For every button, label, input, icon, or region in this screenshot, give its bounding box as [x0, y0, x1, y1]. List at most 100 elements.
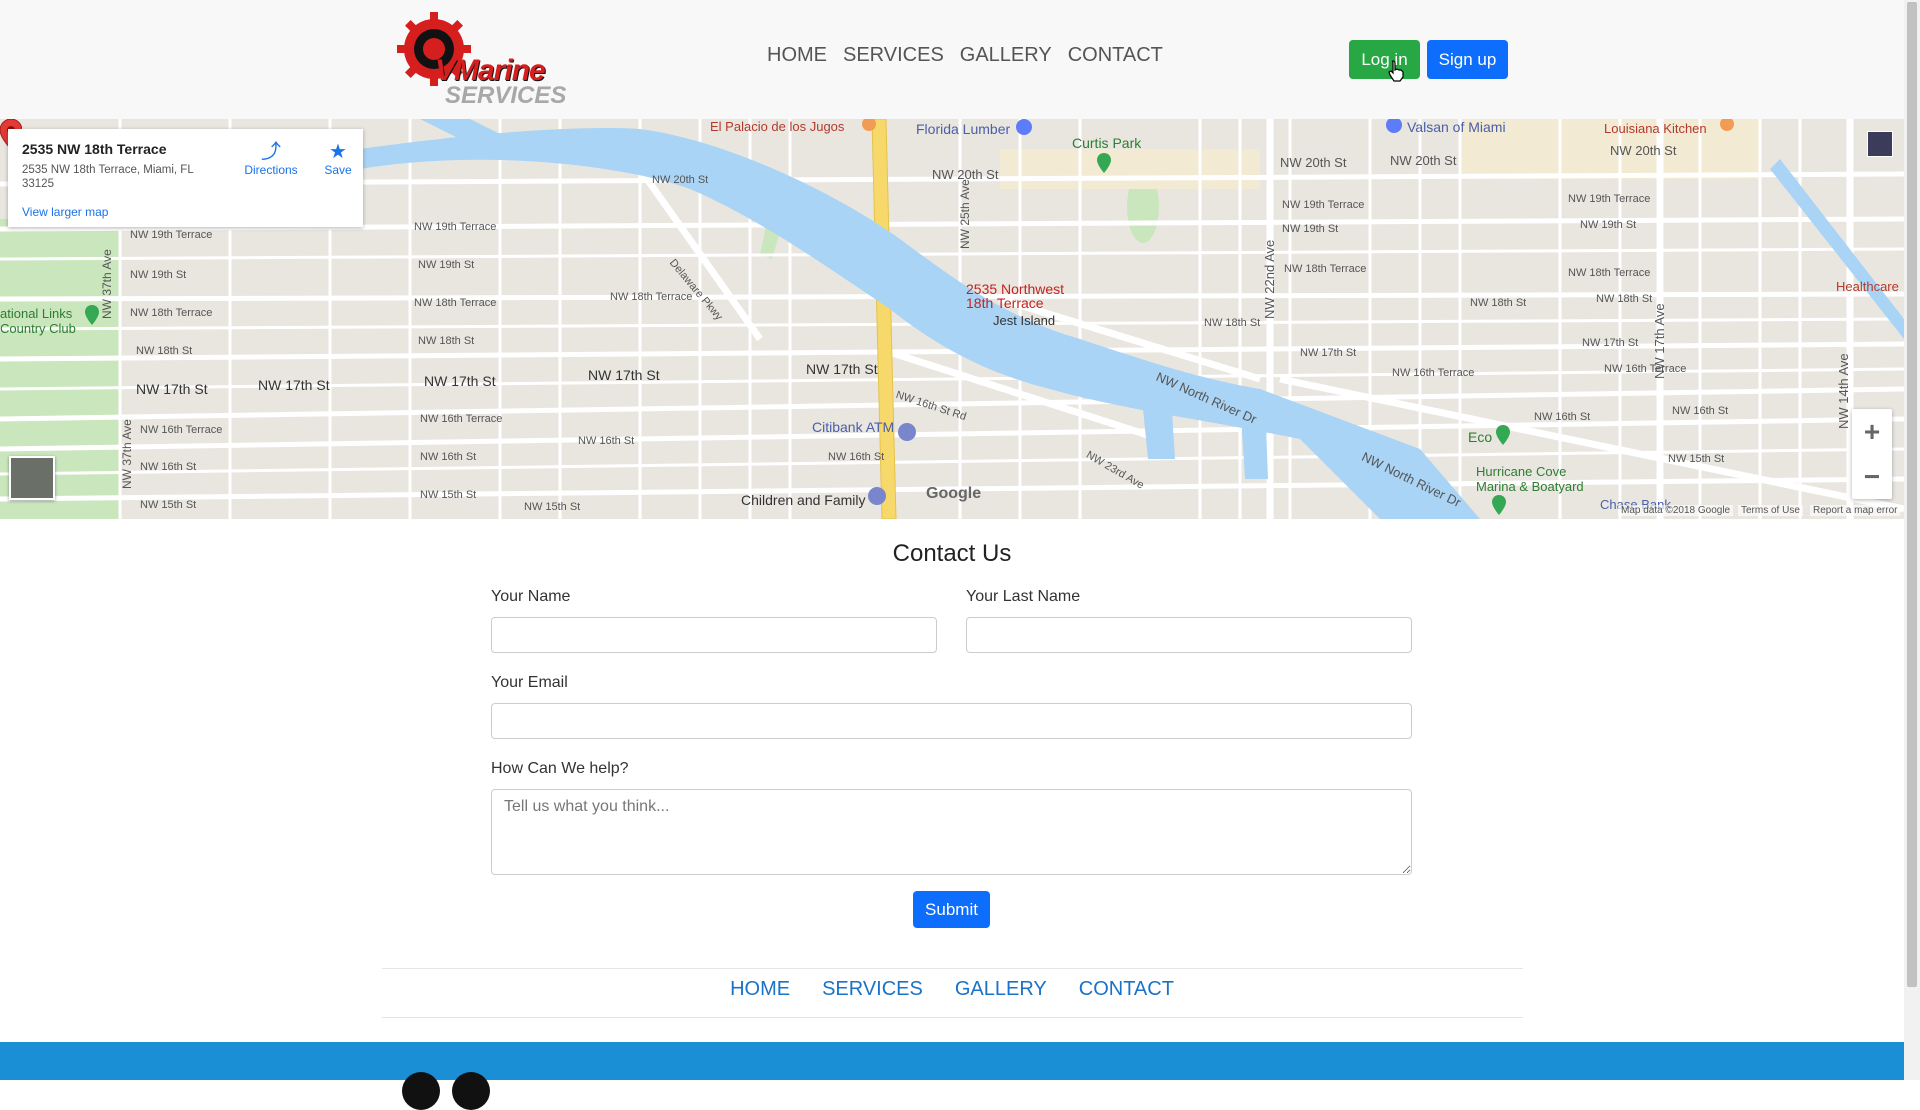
view-larger-map-link[interactable]: View larger map	[22, 205, 108, 219]
street-label: NW 19th Terrace	[1568, 193, 1651, 205]
poi-label[interactable]: Valsan of Miami	[1407, 119, 1506, 135]
poi-label[interactable]: Citibank ATM	[812, 419, 894, 435]
directions-button[interactable]: ⤴ Directions	[236, 141, 306, 177]
card-address: 2535 NW 18th Terrace, Miami, FL 33125	[22, 164, 194, 190]
street-label: NW 18th Terrace	[610, 291, 693, 303]
nav-gallery[interactable]: GALLERY	[960, 44, 1052, 67]
street-label: NW 14th Ave	[1836, 353, 1851, 429]
poi-label[interactable]: Healthcare	[1836, 279, 1899, 294]
street-label: NW 15th St	[140, 499, 197, 511]
poi-label[interactable]: Country Club	[0, 321, 76, 336]
street-label: NW 17th St	[424, 373, 496, 389]
nav-home[interactable]: HOME	[767, 44, 827, 67]
submit-button[interactable]: Submit	[913, 891, 990, 928]
poi-label[interactable]: El Palacio de los Jugos	[710, 119, 844, 134]
street-label: NW 18th St	[1596, 293, 1653, 305]
page-scrollbar[interactable]	[1904, 0, 1920, 1080]
golf-marker-icon	[85, 305, 99, 325]
email-field[interactable]	[491, 703, 1412, 739]
marina-marker-icon	[1492, 495, 1506, 515]
street-label: NW 15th St	[420, 489, 477, 501]
street-label: NW 18th Terrace	[1568, 267, 1651, 279]
footer-nav-home[interactable]: HOME	[730, 978, 790, 1001]
login-button[interactable]: Log in	[1349, 40, 1420, 79]
street-label: NW 18th St	[136, 345, 193, 357]
satellite-toggle[interactable]	[9, 456, 55, 500]
street-label: NW 19th St	[1282, 223, 1339, 235]
report-error-link[interactable]: Report a map error	[1810, 505, 1901, 516]
twitter-icon[interactable]	[452, 1072, 490, 1110]
street-label: NW 19th Terrace	[414, 221, 497, 233]
site-logo[interactable]: VMarine SERVICES	[395, 12, 566, 109]
message-textarea[interactable]	[491, 789, 1412, 875]
scrollbar-thumb[interactable]	[1907, 2, 1917, 987]
nav-services[interactable]: SERVICES	[843, 44, 944, 67]
last-name-field[interactable]	[966, 617, 1412, 653]
pin-label: 2535 Northwest 18th Terrace	[966, 282, 1064, 310]
contact-title: Contact Us	[892, 540, 1012, 567]
street-label: NW 17th St	[588, 367, 660, 383]
street-label: NW 16th St	[578, 435, 635, 447]
street-label: NW 17th St	[136, 381, 208, 397]
directions-label: Directions	[244, 163, 298, 177]
poi-label[interactable]: Florida Lumber	[916, 121, 1010, 137]
poi-label[interactable]: Hurricane Cove	[1476, 464, 1566, 479]
site-footer	[0, 1042, 1904, 1110]
street-label: NW 18th Terrace	[130, 307, 213, 319]
footer-nav-services[interactable]: SERVICES	[822, 978, 923, 1001]
footer-nav: HOME SERVICES GALLERY CONTACT	[0, 978, 1904, 1001]
street-label: NW 18th Terrace	[1284, 263, 1367, 275]
poi-label[interactable]: Children and Family	[741, 492, 866, 508]
signup-button[interactable]: Sign up	[1427, 40, 1508, 79]
street-label: NW 15th St	[524, 501, 581, 513]
restaurant-marker-icon	[862, 119, 876, 131]
poi-label[interactable]: Curtis Park	[1072, 135, 1141, 151]
street-label: NW 37th Ave	[120, 419, 134, 489]
embedded-map[interactable]: NW 20th St NW 20th St NW 20th St NW 20th…	[0, 119, 1904, 519]
help-label: How Can We help?	[491, 760, 629, 777]
poi-label[interactable]: Eco	[1468, 429, 1492, 445]
street-label: NW 18th St	[1470, 297, 1527, 309]
street-label: NW 16th Terrace	[1604, 363, 1687, 375]
street-label: NW 19th St	[130, 269, 187, 281]
footer-divider	[382, 968, 1523, 969]
pin-label-line1: 2535 Northwest	[966, 281, 1065, 297]
street-label: NW 18th St	[1204, 317, 1261, 329]
street-label: NW 20th St	[1280, 155, 1347, 170]
street-view-icon[interactable]	[1867, 131, 1893, 157]
street-label: NW 17th St	[806, 361, 878, 377]
facebook-icon[interactable]	[402, 1072, 440, 1110]
atm-marker-icon	[898, 423, 916, 441]
directions-icon: ⤴	[261, 141, 281, 163]
street-label: NW 18th St	[418, 335, 475, 347]
street-label: NW 17th Ave	[1652, 303, 1667, 379]
footer-divider	[382, 1017, 1523, 1018]
save-label: Save	[324, 163, 352, 177]
street-label: NW 16th St	[140, 461, 197, 473]
zoom-out-button[interactable]: −	[1852, 454, 1892, 499]
poi-label[interactable]: ational Links	[0, 306, 72, 321]
zoom-in-button[interactable]: +	[1852, 409, 1892, 454]
main-nav: HOME SERVICES GALLERY CONTACT	[767, 44, 1163, 67]
footer-nav-contact[interactable]: CONTACT	[1079, 978, 1174, 1001]
nav-contact[interactable]: CONTACT	[1068, 44, 1163, 67]
street-label: NW 19th St	[418, 259, 475, 271]
street-label: NW 17th St	[1300, 347, 1357, 359]
first-name-label: Your Name	[491, 588, 571, 605]
star-icon: ★	[329, 141, 347, 163]
first-name-field[interactable]	[491, 617, 937, 653]
eco-marker-icon	[1496, 425, 1510, 445]
map-info-card: 2535 NW 18th Terrace 2535 NW 18th Terrac…	[8, 129, 363, 227]
last-name-label: Your Last Name	[966, 588, 1081, 605]
poi-label[interactable]: Louisiana Kitchen	[1604, 121, 1707, 136]
poi-label[interactable]: Marina & Boatyard	[1476, 479, 1584, 494]
terms-link[interactable]: Terms of Use	[1738, 505, 1803, 516]
save-button[interactable]: ★ Save	[318, 141, 358, 177]
street-label: NW 16th Terrace	[1392, 367, 1475, 379]
park-marker-icon	[1097, 153, 1111, 173]
restaurant-marker-icon	[1720, 119, 1734, 131]
street-label: NW 16th St	[1672, 405, 1729, 417]
footer-nav-gallery[interactable]: GALLERY	[955, 978, 1047, 1001]
site-header: VMarine SERVICES HOME SERVICES GALLERY C…	[0, 0, 1904, 119]
children-marker-icon	[868, 487, 886, 505]
